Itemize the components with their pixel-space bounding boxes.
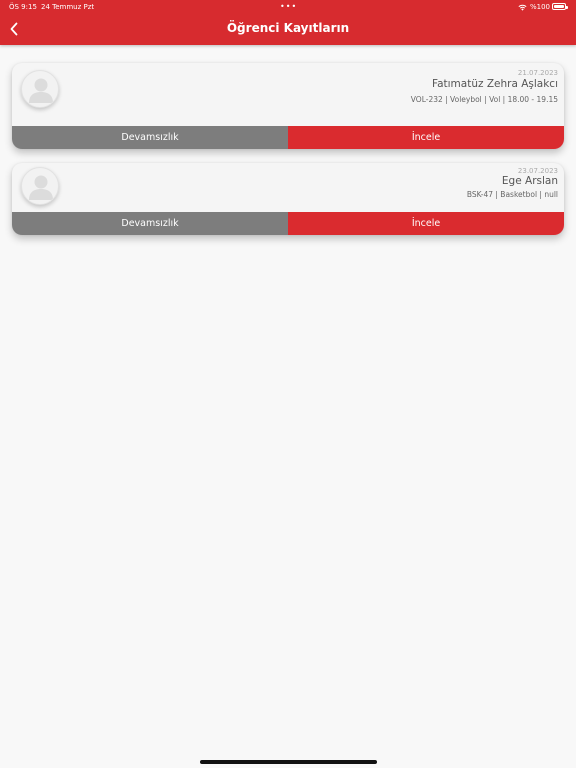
- status-indicators: %100: [518, 3, 550, 11]
- course-detail: VOL-232 | Voleybol | Vol | 18.00 - 19.15: [410, 95, 558, 104]
- avatar: [21, 167, 59, 205]
- registration-date: 23.07.2023: [517, 167, 558, 175]
- registration-card-info[interactable]: 21.07.2023 Fatımatüz Zehra Aşlakcı VOL-2…: [12, 63, 564, 126]
- user-placeholder-icon: [29, 175, 53, 200]
- attendance-button[interactable]: Devamsızlık: [12, 126, 288, 149]
- review-button[interactable]: İncele: [288, 212, 564, 235]
- home-indicator[interactable]: [200, 760, 377, 764]
- app-header: ÖS 9:15 24 Temmuz Pzt ••• %100 Öğrenci K…: [0, 0, 576, 45]
- registration-card: 23.07.2023 Ege Arslan BSK-47 | Basketbol…: [12, 163, 564, 235]
- review-button[interactable]: İncele: [288, 126, 564, 149]
- attendance-button[interactable]: Devamsızlık: [12, 212, 288, 235]
- registration-card: 21.07.2023 Fatımatüz Zehra Aşlakcı VOL-2…: [12, 63, 564, 149]
- card-actions: Devamsızlık İncele: [12, 212, 564, 235]
- card-actions: Devamsızlık İncele: [12, 126, 564, 149]
- wifi-icon: [518, 4, 527, 11]
- status-bar: ÖS 9:15 24 Temmuz Pzt ••• %100: [0, 0, 576, 14]
- page-title: Öğrenci Kayıtların: [226, 21, 350, 35]
- registration-card-info[interactable]: 23.07.2023 Ege Arslan BSK-47 | Basketbol…: [12, 163, 564, 212]
- status-time: ÖS 9:15: [9, 3, 37, 11]
- battery-icon: [552, 3, 568, 10]
- user-placeholder-icon: [29, 78, 53, 103]
- registration-date: 21.07.2023: [517, 69, 558, 77]
- student-name: Fatımatüz Zehra Aşlakcı: [432, 78, 558, 90]
- avatar: [21, 70, 59, 108]
- student-name: Ege Arslan: [501, 175, 558, 187]
- status-date: 24 Temmuz Pzt: [41, 3, 95, 11]
- course-detail: BSK-47 | Basketbol | null: [466, 190, 558, 199]
- battery-percentage: %100: [529, 3, 550, 11]
- multitask-dots[interactable]: •••: [280, 2, 297, 11]
